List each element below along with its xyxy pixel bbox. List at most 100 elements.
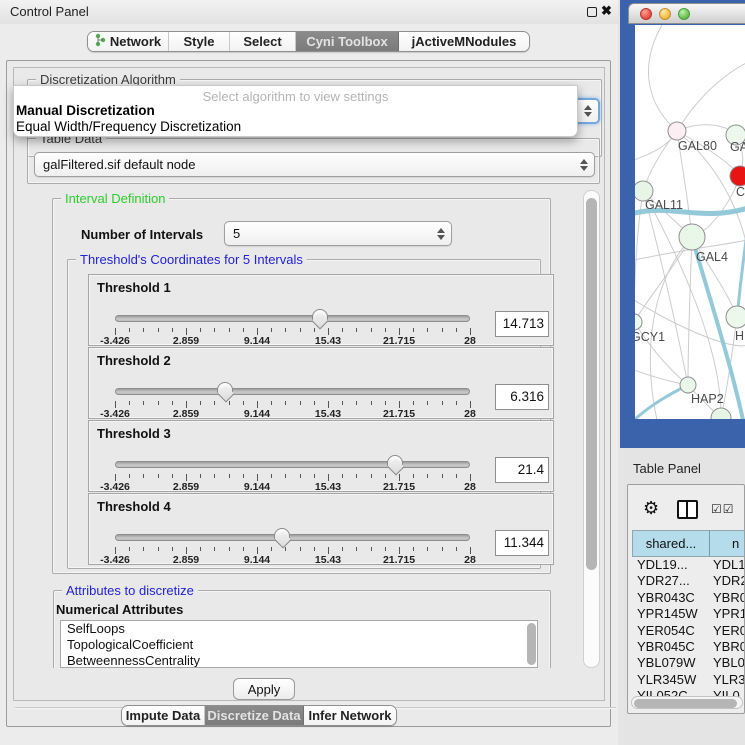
column-header[interactable]: shared...: [632, 530, 710, 557]
threshold-value-field[interactable]: 14.713: [495, 311, 549, 337]
tab-label: Style: [183, 34, 214, 49]
network-node[interactable]: [726, 306, 745, 328]
threshold-value-field[interactable]: 21.4: [495, 457, 549, 483]
tab-label: Network: [110, 34, 161, 49]
tab-label: Discretize Data: [207, 708, 300, 723]
threshold-value-field[interactable]: 6.316: [495, 384, 549, 410]
algorithm-option[interactable]: Equal Width/Frequency Discretization: [16, 119, 576, 134]
column-layout-icon[interactable]: [677, 500, 698, 519]
network-window-titlebar[interactable]: [628, 3, 745, 24]
network-node[interactable]: [730, 166, 745, 186]
table-row[interactable]: YBR045CYBR0: [632, 639, 745, 655]
checkbox-icons[interactable]: ☑☑: [711, 502, 735, 516]
table-cell[interactable]: YER054C: [632, 623, 710, 639]
algorithm-option[interactable]: Manual Discretization: [16, 103, 576, 118]
table-cell[interactable]: YDR2: [710, 573, 745, 589]
table-row[interactable]: YER054CYER0: [632, 623, 745, 639]
zoom-traffic-light-icon[interactable]: [678, 8, 690, 20]
table-row[interactable]: YDR27...YDR2: [632, 573, 745, 589]
number-of-intervals-value: 5: [233, 226, 240, 241]
top-tab-bar: Network Style Select Cyni Toolbox jActiveMNo…: [87, 31, 530, 52]
table-cell[interactable]: YPR145W: [632, 606, 710, 622]
attribute-item[interactable]: SelfLoops: [61, 621, 537, 637]
table-hscrollbar[interactable]: [631, 696, 743, 709]
network-node[interactable]: [680, 377, 696, 393]
column-header[interactable]: n: [710, 530, 745, 557]
gear-icon[interactable]: ⚙: [643, 498, 659, 518]
table-cell[interactable]: YLR345W: [632, 672, 710, 688]
threshold-slider[interactable]: [115, 534, 470, 541]
table-data-value: galFiltered.sif default node: [43, 157, 195, 172]
node-label: GCY1: [635, 330, 665, 344]
attribute-item[interactable]: BetweennessCentrality: [61, 653, 537, 668]
numerical-attributes-list[interactable]: SelfLoopsTopologicalCoefficientBetweenne…: [60, 620, 538, 668]
network-node[interactable]: [635, 314, 642, 330]
network-node[interactable]: [668, 122, 686, 140]
slider-tick-labels: -3.4262.8599.14415.4321.71528: [115, 554, 470, 565]
attribute-item[interactable]: TopologicalCoefficient: [61, 637, 537, 653]
table-row[interactable]: YPR145WYPR1: [632, 606, 745, 622]
table-cell[interactable]: YBR045C: [632, 639, 710, 655]
thresholds-group-title: Threshold's Coordinates for 5 Intervals: [76, 252, 307, 267]
threshold-slider[interactable]: [115, 388, 470, 395]
tab-label: Cyni Toolbox: [306, 34, 387, 49]
float-panel-icon[interactable]: [587, 7, 597, 17]
table-row[interactable]: YDL19...YDL1: [632, 557, 745, 573]
network-node[interactable]: [711, 408, 731, 419]
list-scrollbar[interactable]: [527, 623, 536, 665]
threshold-value-field[interactable]: 11.344: [495, 530, 549, 556]
table-cell[interactable]: YBR0: [710, 639, 745, 655]
bottom-tab-bar: Impute Data Discretize Data Infer Network: [121, 705, 397, 726]
slider-tick-labels: -3.4262.8599.14415.4321.71528: [115, 481, 470, 492]
slider-handle[interactable]: [274, 528, 290, 539]
node-label: C: [736, 185, 745, 199]
tab-select[interactable]: Select: [230, 32, 296, 51]
table-cell[interactable]: YBR0: [710, 590, 745, 606]
network-canvas[interactable]: GAL80GACGAL11GAL4HGCY1HAP2: [635, 25, 745, 419]
tab-label: Impute Data: [126, 708, 200, 723]
bottom-tab-discretize-data[interactable]: Discretize Data: [205, 706, 304, 725]
tab-network[interactable]: Network: [88, 32, 169, 51]
threshold-label: Threshold 2: [97, 353, 171, 368]
table-cell[interactable]: YPR1: [710, 606, 745, 622]
close-icon[interactable]: ✖: [601, 3, 612, 19]
bottom-tab-impute-data[interactable]: Impute Data: [122, 706, 205, 725]
table-cell[interactable]: YER0: [710, 623, 745, 639]
number-of-intervals-select[interactable]: 5: [224, 221, 452, 246]
apply-button[interactable]: Apply: [233, 678, 295, 700]
network-node[interactable]: [679, 224, 705, 250]
bottom-tab-infer-network[interactable]: Infer Network: [304, 706, 396, 725]
close-traffic-light-icon[interactable]: [640, 8, 652, 20]
table-row[interactable]: YBL079WYBL0: [632, 655, 745, 671]
minimize-traffic-light-icon[interactable]: [659, 8, 671, 20]
node-label: GAL80: [678, 139, 717, 153]
table-cell[interactable]: YDL1: [710, 557, 745, 573]
tab-style[interactable]: Style: [169, 32, 230, 51]
table-row[interactable]: YLR345WYLR3: [632, 672, 745, 688]
threshold-slider[interactable]: [115, 461, 470, 468]
table-header-row: shared... n: [632, 530, 745, 557]
slider-handle[interactable]: [387, 455, 403, 466]
settings-scrollbar[interactable]: [583, 190, 600, 668]
table-cell[interactable]: YDR27...: [632, 573, 710, 589]
network-edge: [648, 25, 677, 131]
attributes-group-title: Attributes to discretize: [62, 583, 198, 598]
table-cell[interactable]: YBL0: [710, 655, 745, 671]
threshold-slider[interactable]: [115, 315, 470, 322]
table-row[interactable]: YBR043CYBR0: [632, 590, 745, 606]
tab-label: Infer Network: [308, 708, 391, 723]
scrollbar-thumb[interactable]: [586, 198, 597, 570]
tab-cyni-toolbox[interactable]: Cyni Toolbox: [296, 32, 399, 51]
table-data-select[interactable]: galFiltered.sif default node: [34, 152, 595, 177]
table-cell[interactable]: YLR3: [710, 672, 745, 688]
table-data-group: Table Data galFiltered.sif default node: [27, 138, 600, 184]
scrollbar-thumb[interactable]: [634, 699, 737, 708]
table-cell[interactable]: YBR043C: [632, 590, 710, 606]
slider-handle[interactable]: [312, 309, 328, 320]
tab-jactivemnodules[interactable]: jActiveMNodules: [399, 32, 529, 51]
table-cell[interactable]: YBL079W: [632, 655, 710, 671]
threshold-label: Threshold 3: [97, 426, 171, 441]
slider-handle[interactable]: [217, 382, 233, 393]
tab-label: Select: [243, 34, 281, 49]
table-cell[interactable]: YDL19...: [632, 557, 710, 573]
